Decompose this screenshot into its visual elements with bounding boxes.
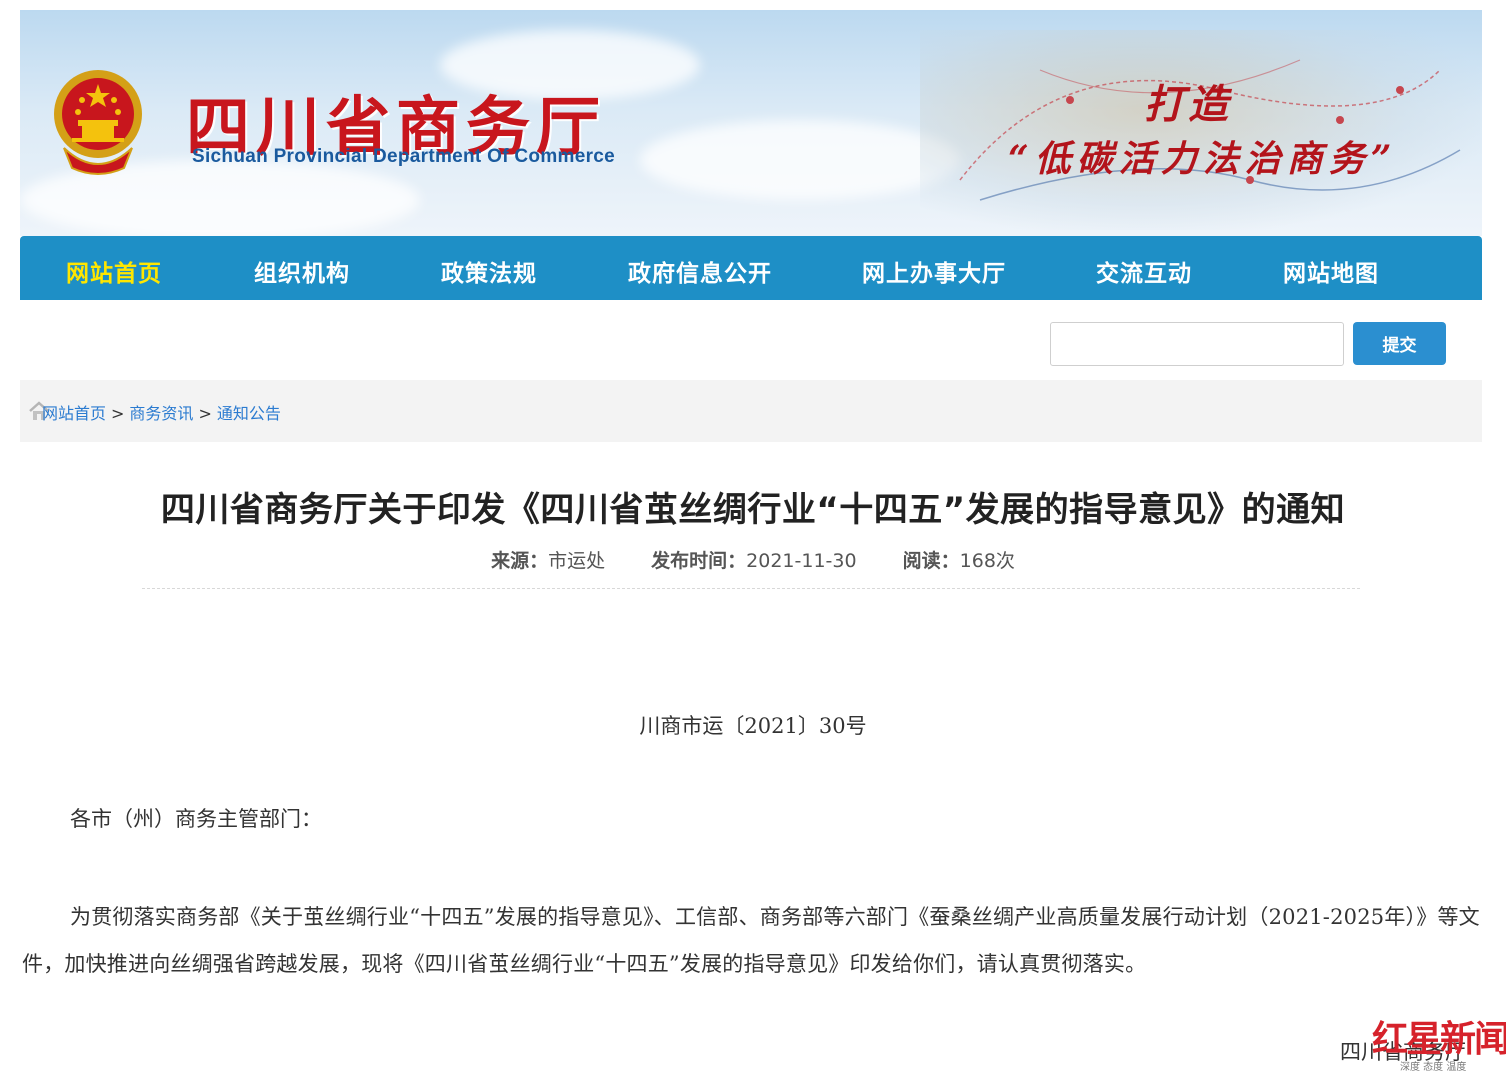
nav-item-interaction[interactable]: 交流互动: [1096, 254, 1192, 288]
banner-cloud: [640, 120, 960, 200]
nav-item-home[interactable]: 网站首页: [66, 254, 162, 288]
site-title-english: Sichuan Provincial Department Of Commerc…: [192, 146, 616, 167]
salutation: 各市（州）商务主管部门：: [70, 807, 322, 831]
breadcrumb-trail: 网站首页 > 商务资讯 > 通知公告: [42, 400, 281, 424]
nav-item-gov-info[interactable]: 政府信息公开: [628, 254, 772, 288]
site-banner: 四川省商务厅 Sichuan Provincial Department Of …: [20, 10, 1482, 236]
article-meta: 来源：市运处 发布时间：2021-11-30 阅读：168次: [0, 546, 1506, 573]
nav-item-organization[interactable]: 组织机构: [254, 254, 350, 288]
watermark-tagline: 深度 态度 温度: [1400, 1062, 1467, 1073]
search-input[interactable]: [1050, 322, 1344, 366]
watermark-brand: 红星新闻: [1372, 1018, 1506, 1060]
views-value: 168次: [959, 550, 1015, 572]
date-label: 发布时间：: [651, 550, 747, 572]
date-value: 2021-11-30: [746, 550, 857, 572]
breadcrumb-item-home[interactable]: 网站首页: [42, 404, 106, 423]
title-divider: [142, 588, 1360, 589]
breadcrumb-item-notices[interactable]: 通知公告: [217, 404, 281, 423]
news-watermark-logo: 红星新闻 深度 态度 温度: [1372, 1010, 1506, 1073]
nav-item-sitemap[interactable]: 网站地图: [1283, 254, 1379, 288]
breadcrumb: 网站首页 > 商务资讯 > 通知公告: [20, 380, 1482, 442]
views-label: 阅读：: [902, 550, 960, 572]
document-number: 川商市运〔2021〕30号: [639, 714, 867, 738]
search-submit-button[interactable]: 提交: [1353, 322, 1446, 365]
main-nav: 网站首页 组织机构 政策法规 政府信息公开 网上办事大厅 交流互动 网站地图: [20, 236, 1482, 300]
article-paragraph: 为贯彻落实商务部《关于茧丝绸行业“十四五”发展的指导意见》、工信部、商务部等六部…: [22, 905, 1480, 976]
national-emblem-icon: [52, 68, 144, 180]
article-views: 阅读：168次: [903, 550, 1015, 572]
article-title: 四川省商务厅关于印发《四川省茧丝绸行业“十四五”发展的指导意见》的通知: [160, 490, 1346, 530]
breadcrumb-item-news[interactable]: 商务资讯: [129, 404, 193, 423]
article-source: 来源：市运处: [491, 550, 605, 572]
nav-item-policies[interactable]: 政策法规: [441, 254, 537, 288]
breadcrumb-separator: >: [198, 404, 212, 423]
article-date: 发布时间：2021-11-30: [651, 550, 856, 572]
nav-item-online-services[interactable]: 网上办事大厅: [862, 254, 1006, 288]
banner-slogan-line1: 打造: [1144, 81, 1232, 128]
source-value: 市运处: [548, 550, 606, 572]
breadcrumb-separator: >: [111, 404, 125, 423]
banner-slogan-line2: “低碳活力法治商务”: [1008, 138, 1398, 180]
source-label: 来源：: [491, 550, 549, 572]
